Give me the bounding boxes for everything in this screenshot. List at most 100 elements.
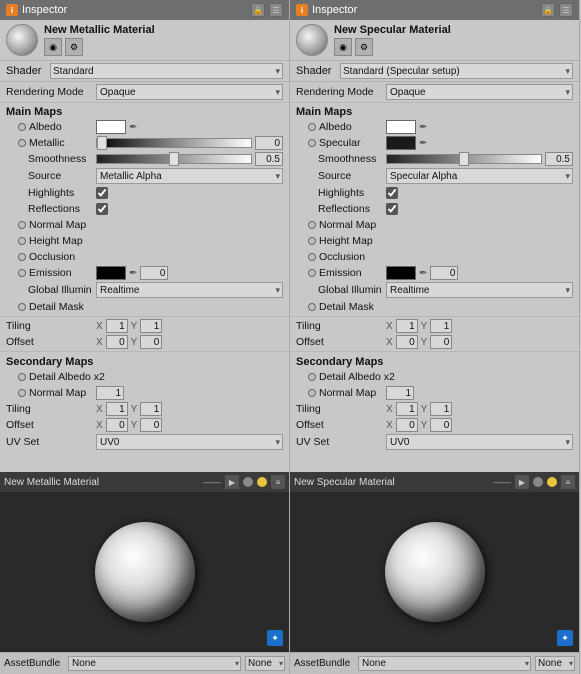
uv-set-label: UV Set	[6, 436, 96, 448]
smoothness-row-spec: Smoothness	[290, 151, 579, 167]
metallic-value[interactable]	[255, 136, 283, 150]
offset-x-spec[interactable]	[396, 335, 418, 349]
menu-button-spec[interactable]: ☰	[559, 3, 573, 17]
uv-set-select[interactable]: UV0UV1	[96, 434, 283, 450]
emission-content-spec: ✒	[386, 266, 573, 280]
tiling-x-input[interactable]	[106, 319, 128, 333]
inspector-content-metallic: Rendering Mode OpaqueCutoutFadeTranspare…	[0, 82, 289, 472]
heightmap-dot	[18, 237, 26, 245]
mat-select-btn-spec[interactable]: ◉	[334, 38, 352, 56]
metallic-dot	[18, 139, 26, 147]
ab-select-spec[interactable]: None	[358, 656, 531, 671]
rendering-mode-select[interactable]: OpaqueCutoutFadeTransparent	[96, 84, 283, 100]
highlights-label: Highlights	[6, 187, 96, 199]
sec-normalmap-row: Normal Map	[0, 385, 289, 401]
preview-name: New Metallic Material	[4, 477, 199, 488]
ab-select[interactable]: None	[68, 656, 241, 671]
emission-eyedropper[interactable]: ✒	[129, 268, 137, 279]
menu-button[interactable]: ☰	[269, 3, 283, 17]
metallic-slider[interactable]	[96, 138, 252, 148]
lock-button[interactable]: 🔒	[251, 3, 265, 17]
albedo-content-spec: ✒	[386, 120, 573, 134]
global-illum-select-spec[interactable]: RealtimeBakedNone	[386, 282, 573, 298]
preview-play-btn-spec[interactable]: ▶	[515, 475, 529, 489]
occlusion-dot	[18, 253, 26, 261]
albedo-label-spec: Albedo	[296, 121, 386, 133]
albedo-eyedropper-spec[interactable]: ✒	[419, 122, 427, 133]
smoothness-slider-spec[interactable]	[386, 154, 542, 164]
offset-y-spec[interactable]	[430, 335, 452, 349]
offset-x-input[interactable]	[106, 335, 128, 349]
emission-row: Emission ✒	[0, 265, 289, 281]
emission-value[interactable]	[140, 266, 168, 280]
highlights-checkbox-spec[interactable]	[386, 187, 398, 199]
specular-dot	[308, 139, 316, 147]
sec-tiling-label: Tiling	[6, 403, 96, 415]
albedo-color-swatch-spec[interactable]	[386, 120, 416, 134]
mat-action-icons-spec: ◉ ⚙	[334, 38, 573, 56]
mat-settings-btn-spec[interactable]: ⚙	[355, 38, 373, 56]
emission-color-swatch-spec[interactable]	[386, 266, 416, 280]
sec-normalmap-label-spec: Normal Map	[296, 387, 386, 399]
mat-name: New Metallic Material	[44, 24, 283, 36]
reflections-checkbox[interactable]	[96, 203, 108, 215]
lock-button-spec[interactable]: 🔒	[541, 3, 555, 17]
specular-eyedropper[interactable]: ✒	[419, 138, 427, 149]
normalmap-row-spec: Normal Map	[290, 217, 579, 233]
sec-tiling-y[interactable]	[140, 402, 162, 416]
albedo-row: Albedo ✒	[0, 119, 289, 135]
tiling-y-input[interactable]	[140, 319, 162, 333]
preview-play-btn[interactable]: ▶	[225, 475, 239, 489]
sec-tiling-y-spec[interactable]	[430, 402, 452, 416]
specular-color-swatch[interactable]	[386, 136, 416, 150]
emission-color-swatch[interactable]	[96, 266, 126, 280]
inspector-content-specular: Rendering Mode OpaqueCutoutFadeTranspare…	[290, 82, 579, 472]
offset-y-input[interactable]	[140, 335, 162, 349]
albedo-dot-spec	[308, 123, 316, 131]
smoothness-value[interactable]	[255, 152, 283, 166]
uv-set-row-spec: UV Set UV0UV1	[290, 433, 579, 451]
heightmap-label-spec: Height Map	[296, 235, 386, 247]
asset-bundle-bar-specular: AssetBundle None None	[290, 652, 579, 674]
sec-offset-y-spec[interactable]	[430, 418, 452, 432]
preview-menu-btn-spec[interactable]: ≡	[561, 475, 575, 489]
sec-offset-y[interactable]	[140, 418, 162, 432]
ab-label: AssetBundle	[4, 658, 64, 669]
sec-normalmap-value-spec[interactable]	[386, 386, 414, 400]
mat-header-metallic: New Metallic Material ◉ ⚙	[0, 20, 289, 61]
emission-value-spec[interactable]	[430, 266, 458, 280]
uv-set-select-wrapper-spec: UV0UV1	[386, 434, 573, 450]
uv-set-select-spec[interactable]: UV0UV1	[386, 434, 573, 450]
smoothness-value-spec[interactable]	[545, 152, 573, 166]
source-select-spec[interactable]: Specular AlphaAlbedo Alpha	[386, 168, 573, 184]
tiling-x-spec[interactable]	[396, 319, 418, 333]
shader-select[interactable]: Standard Standard (Specular setup)	[50, 63, 283, 79]
sec-offset-x[interactable]	[106, 418, 128, 432]
mat-select-btn[interactable]: ◉	[44, 38, 62, 56]
global-illum-select[interactable]: RealtimeBakedNone	[96, 282, 283, 298]
albedo-color-swatch[interactable]	[96, 120, 126, 134]
ab-select-sm[interactable]: None	[245, 656, 285, 671]
source-select[interactable]: Metallic AlphaAlbedo Alpha	[96, 168, 283, 184]
shader-select-spec[interactable]: Standard Standard (Specular setup)	[340, 63, 573, 79]
sec-normalmap-value[interactable]	[96, 386, 124, 400]
albedo-dot	[18, 123, 26, 131]
sec-tiling-x[interactable]	[106, 402, 128, 416]
source-select-wrapper-spec: Specular AlphaAlbedo Alpha	[386, 168, 573, 184]
rendering-mode-select-spec[interactable]: OpaqueCutoutFadeTransparent	[386, 84, 573, 100]
tiling-y-spec[interactable]	[430, 319, 452, 333]
albedo-eyedropper[interactable]: ✒	[129, 122, 137, 133]
sec-tiling-x-spec[interactable]	[396, 402, 418, 416]
smoothness-slider[interactable]	[96, 154, 252, 164]
occlusion-label: Occlusion	[6, 251, 96, 263]
specular-label: Specular	[296, 137, 386, 149]
sec-offset-x-spec[interactable]	[396, 418, 418, 432]
preview-menu-btn[interactable]: ≡	[271, 475, 285, 489]
emission-eyedropper-spec[interactable]: ✒	[419, 268, 427, 279]
reflections-checkbox-spec[interactable]	[386, 203, 398, 215]
highlights-checkbox[interactable]	[96, 187, 108, 199]
emission-row-spec: Emission ✒	[290, 265, 579, 281]
sec-normalmap-content-spec	[386, 386, 573, 400]
mat-settings-btn[interactable]: ⚙	[65, 38, 83, 56]
ab-select-sm-spec[interactable]: None	[535, 656, 575, 671]
